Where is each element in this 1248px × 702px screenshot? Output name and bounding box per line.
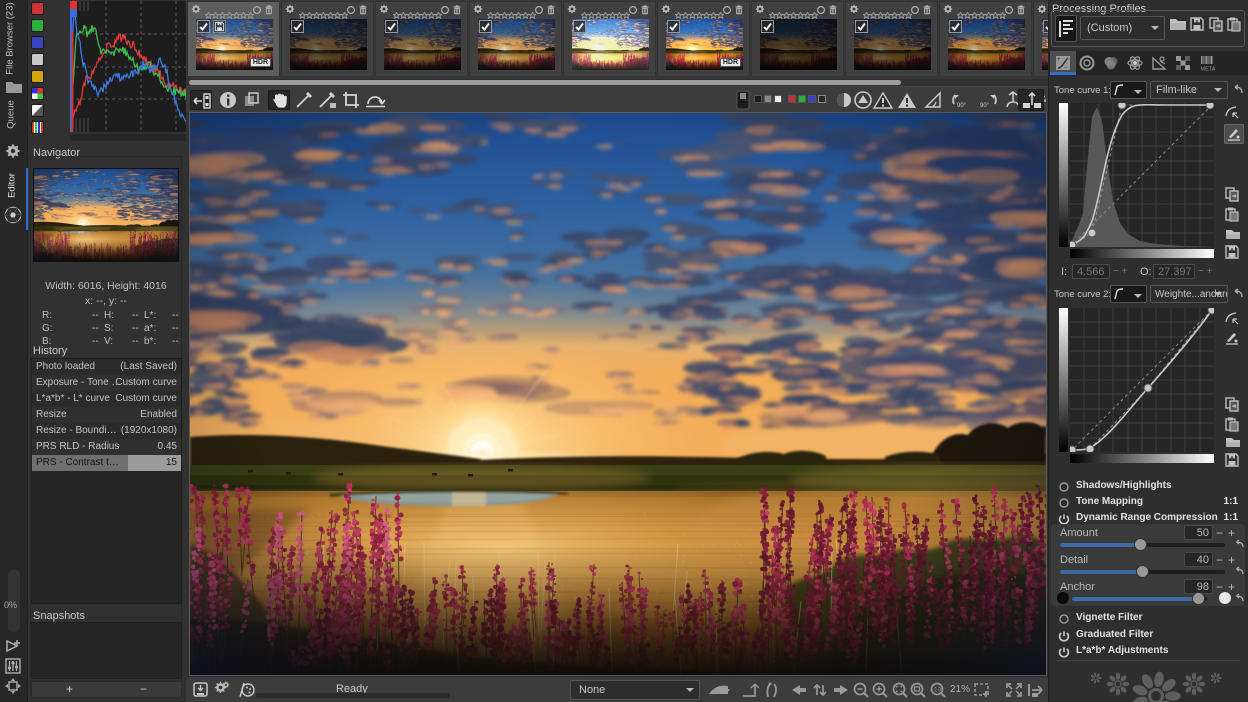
svg-text:90°: 90°: [957, 103, 967, 109]
svg-text:10: 10: [934, 687, 942, 694]
svg-text:+: +: [1057, 57, 1061, 63]
svg-text:META: META: [1201, 67, 1216, 72]
svg-text:−: −: [1064, 65, 1068, 71]
svg-text:90°: 90°: [980, 103, 990, 109]
